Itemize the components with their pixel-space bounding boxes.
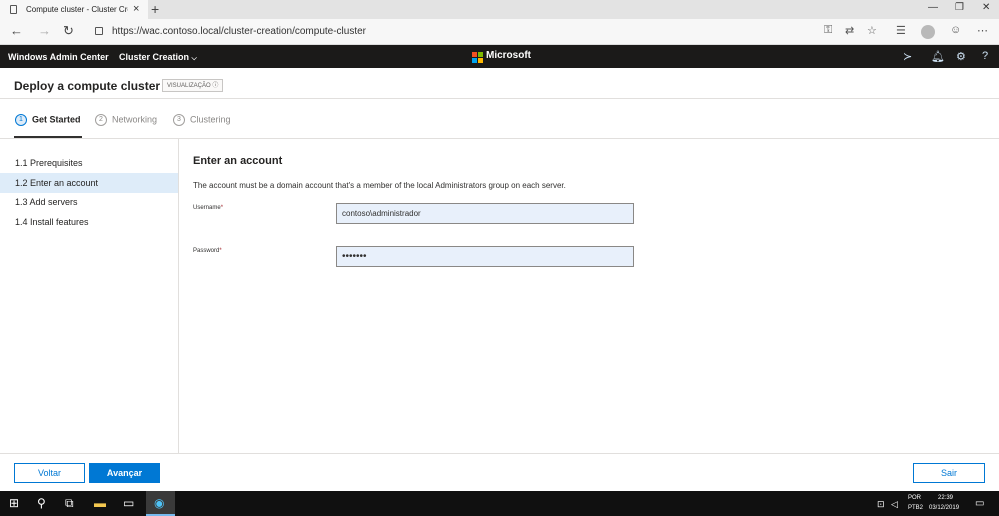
notifications-icon[interactable]: 🔔︎ <box>931 50 945 63</box>
more-options-icon[interactable]: ⋯ <box>977 24 988 37</box>
tool-menu-label: Cluster Creation <box>119 52 190 62</box>
windows-start-icon[interactable]: ⊞ <box>9 496 19 510</box>
back-button[interactable]: Voltar <box>14 463 85 483</box>
app-header: Windows Admin Center Cluster Creation ⌵ … <box>0 45 999 68</box>
substep-nav: 1.1 Prerequisites 1.2 Enter an account 1… <box>0 139 179 453</box>
substep-enter-account[interactable]: 1.2 Enter an account <box>0 173 178 193</box>
settings-gear-icon[interactable]: ⚙ <box>956 50 966 63</box>
browser-tab-strip: Compute cluster - Cluster Creation × + —… <box>0 0 999 19</box>
password-label: Password* <box>193 248 222 254</box>
substep-install-features[interactable]: 1.4 Install features <box>0 212 178 232</box>
substep-add-servers[interactable]: 1.3 Add servers <box>0 192 178 212</box>
section-heading: Enter an account <box>193 155 283 167</box>
active-step-indicator <box>14 136 82 138</box>
wizard-footer: Voltar Avançar Sair <box>0 453 999 491</box>
close-tab-icon[interactable]: × <box>133 3 139 15</box>
key-icon[interactable]: ⚿ <box>824 24 832 37</box>
language-indicator[interactable]: POR <box>908 495 921 501</box>
page-icon <box>10 5 17 14</box>
step-label: Networking <box>112 114 158 125</box>
favorites-list-icon[interactable]: ☰ <box>896 24 906 37</box>
section-description: The account must be a domain account tha… <box>193 181 566 190</box>
step-number: 1 <box>15 114 27 126</box>
search-icon[interactable]: ⚲ <box>37 496 46 510</box>
exit-button[interactable]: Sair <box>913 463 985 483</box>
browser-toolbar: ← → ↻ https://wac.contoso.local/cluster-… <box>0 19 999 45</box>
app-brand[interactable]: Windows Admin Center <box>8 52 109 62</box>
volume-icon[interactable]: ◁ <box>891 499 898 510</box>
file-explorer-icon[interactable]: ▬ <box>94 496 106 510</box>
substep-prerequisites[interactable]: 1.1 Prerequisites <box>0 153 178 173</box>
step-label: Clustering <box>190 114 231 125</box>
terminal-app-icon[interactable]: ▭ <box>123 496 134 510</box>
wizard-steps: 1 Get Started 2 Networking 3 Clustering <box>0 98 999 139</box>
step-networking[interactable]: 2 Networking <box>95 114 157 126</box>
refresh-icon[interactable]: ↻ <box>63 23 74 39</box>
password-label-text: Password <box>193 248 220 254</box>
preview-badge[interactable]: VISUALIZAÇÃO ⓘ <box>162 79 224 92</box>
keyboard-layout[interactable]: PTB2 <box>908 505 923 511</box>
username-label: Username* <box>193 205 223 211</box>
required-marker: * <box>219 248 222 254</box>
powershell-icon[interactable]: ≻ <box>903 50 912 63</box>
emoji-feedback-icon[interactable]: ☺ <box>950 24 961 36</box>
close-window-icon[interactable]: ✕ <box>982 2 990 13</box>
username-label-text: Username <box>193 205 221 211</box>
new-tab-button[interactable]: + <box>151 1 159 17</box>
browser-tab-title: Compute cluster - Cluster Creation <box>26 5 128 14</box>
network-icon[interactable]: ⊡ <box>877 499 885 510</box>
action-center-icon[interactable]: ▭ <box>975 498 984 509</box>
step-number: 2 <box>95 114 107 126</box>
help-icon[interactable]: ? <box>982 50 988 62</box>
back-icon[interactable]: ← <box>10 23 23 38</box>
chevron-down-icon: ⌵ <box>191 55 197 62</box>
microsoft-logo-icon <box>472 52 483 63</box>
password-field[interactable]: ••••••• <box>336 246 634 267</box>
step-get-started[interactable]: 1 Get Started <box>15 114 81 126</box>
address-bar[interactable]: https://wac.contoso.local/cluster-creati… <box>112 26 366 37</box>
next-button[interactable]: Avançar <box>89 463 160 483</box>
favorite-star-icon[interactable]: ☆ <box>867 24 877 37</box>
tool-menu[interactable]: Cluster Creation ⌵ <box>119 52 197 63</box>
clock-date[interactable]: 03/12/2019 <box>929 505 959 511</box>
forward-icon[interactable]: → <box>38 23 51 38</box>
step-clustering[interactable]: 3 Clustering <box>173 114 231 126</box>
translate-icon[interactable]: ⇄ <box>845 24 854 37</box>
profile-avatar-icon[interactable] <box>921 25 935 39</box>
step-number: 3 <box>173 114 185 126</box>
username-field[interactable]: contoso\administrador <box>336 203 634 224</box>
restore-icon[interactable]: ❐ <box>955 2 964 13</box>
clock-time[interactable]: 22:39 <box>938 495 953 501</box>
edge-taskbar-item[interactable]: ◉ <box>146 491 175 516</box>
step-label: Get Started <box>32 114 81 125</box>
task-view-icon[interactable]: ⧉ <box>65 496 74 511</box>
edge-browser-icon: ◉ <box>154 496 165 510</box>
windows-taskbar: ⊞ ⚲ ⧉ ▬ ▭ ◉ ⊡ ◁ POR PTB2 22:39 03/12/201… <box>0 491 999 516</box>
page-title: Deploy a compute cluster <box>14 79 161 93</box>
lock-icon <box>95 27 103 35</box>
minimize-icon[interactable]: — <box>928 2 938 13</box>
required-marker: * <box>220 205 224 211</box>
microsoft-brand: Microsoft <box>486 50 531 61</box>
browser-tab[interactable]: Compute cluster - Cluster Creation × <box>0 0 148 19</box>
